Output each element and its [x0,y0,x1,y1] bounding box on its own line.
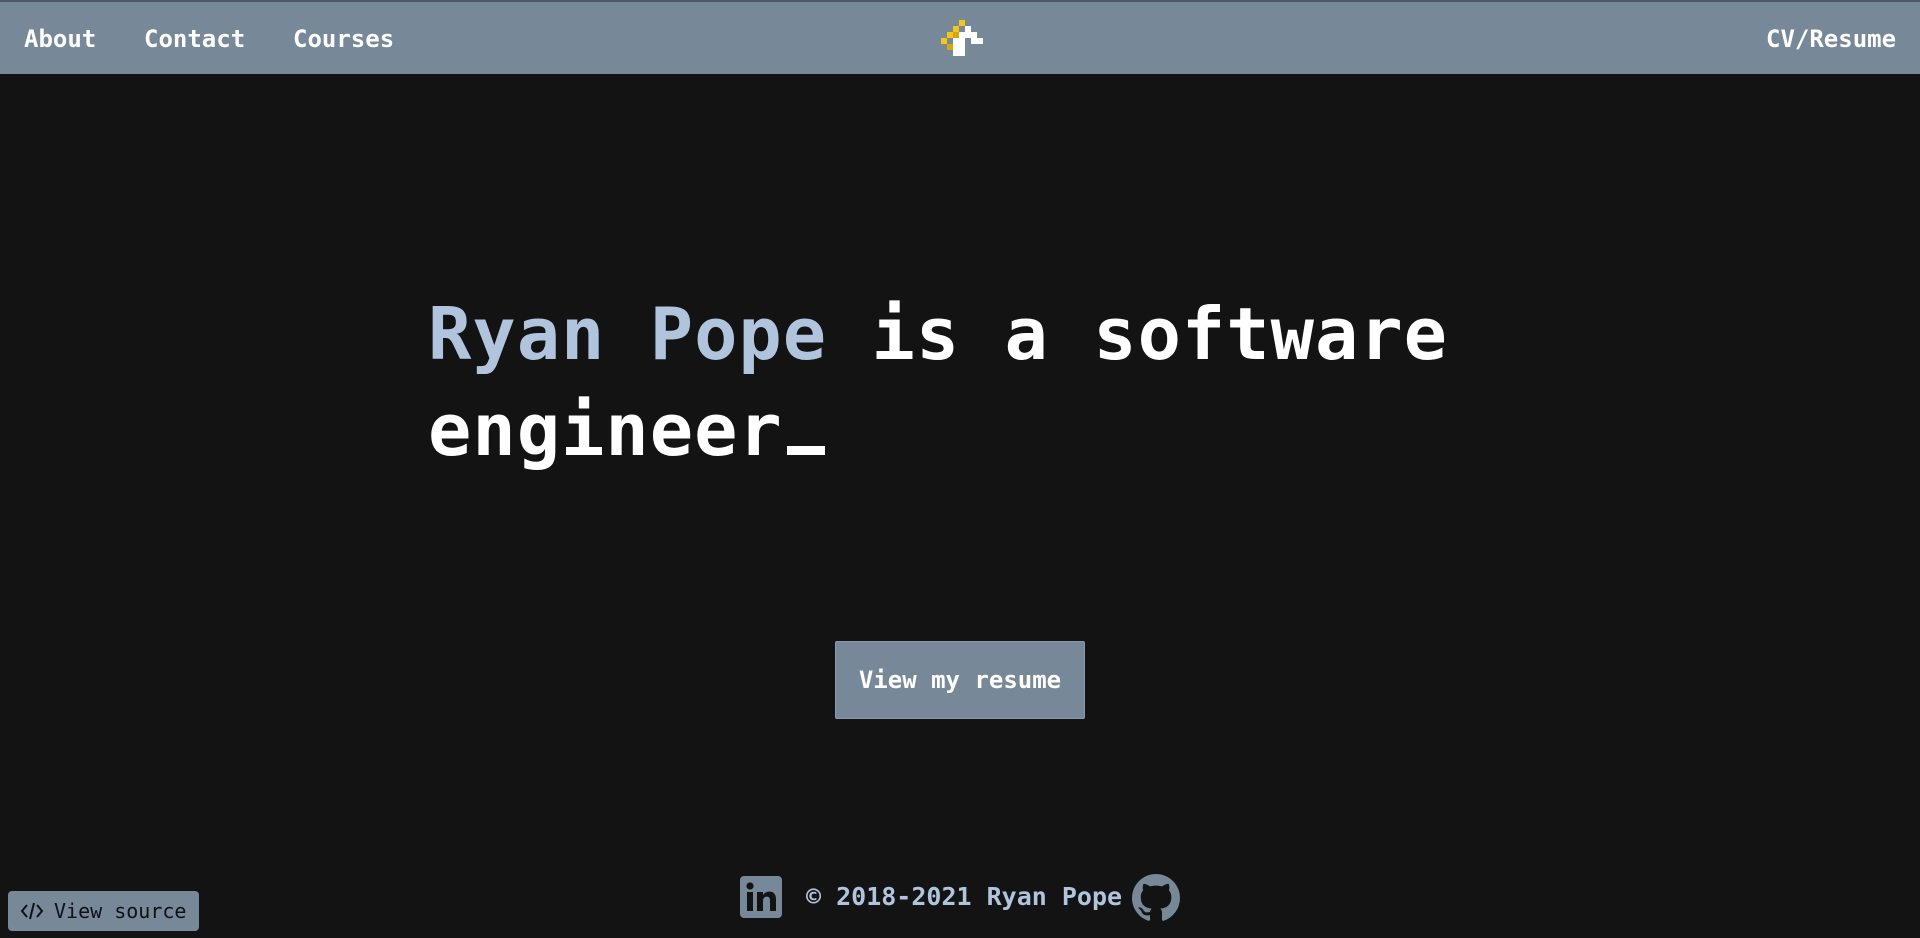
nav-link-about[interactable]: About [24,24,96,54]
github-icon[interactable] [1132,874,1180,922]
view-source-button[interactable]: View source [8,891,199,931]
view-source-label: View source [54,899,187,923]
view-resume-button[interactable]: View my resume [835,641,1085,719]
nav-link-courses[interactable]: Courses [293,24,394,54]
copyright-text: © 2018-2021 Ryan Pope [806,882,1123,911]
top-navbar: About Contact Courses CV/Resume [0,0,1920,74]
nav-link-cv-resume[interactable]: CV/Resume [1766,24,1896,54]
footer: © 2018-2021 Ryan Pope [0,872,1920,922]
linkedin-icon[interactable] [740,876,782,918]
pixel-logo-icon[interactable] [933,18,989,62]
hero-heading: Ryan Pope is a software engineer [428,286,1528,478]
typing-cursor [786,446,825,455]
hero-name: Ryan Pope [428,292,828,376]
code-icon [20,901,44,921]
nav-link-contact[interactable]: Contact [144,24,245,54]
